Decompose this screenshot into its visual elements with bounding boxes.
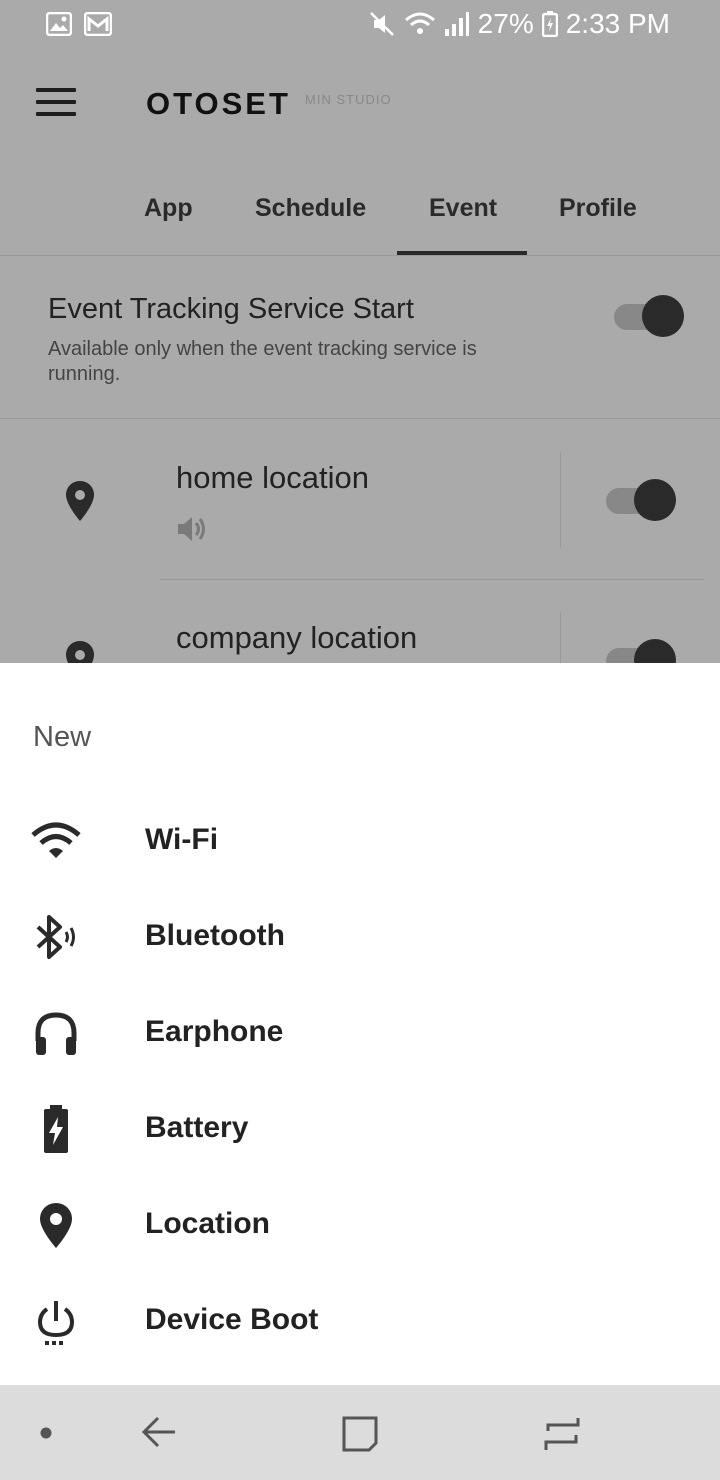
wifi-status-icon [404, 12, 435, 34]
volume-icon [178, 517, 205, 541]
menu-icon[interactable] [36, 88, 76, 118]
sheet-item-label: Device Boot [145, 1303, 319, 1336]
brand-logo: OTOSET [146, 86, 291, 121]
sheet-item-location[interactable]: Location [0, 1177, 720, 1273]
sheet-item-wifi[interactable]: Wi-Fi [0, 793, 720, 889]
sheet-item-label: Earphone [145, 1015, 284, 1048]
sheet-item-device-boot[interactable]: Device Boot [0, 1273, 720, 1369]
event-name: company location [176, 620, 418, 655]
status-bar: 27% 2:33 PM [0, 0, 720, 48]
sheet-item-label: Wi-Fi [145, 823, 219, 856]
brand-subtitle: MIN STUDIO [305, 92, 392, 107]
app-header: OTOSET MIN STUDIO [0, 48, 720, 158]
system-nav-bar [0, 1385, 720, 1480]
service-start-section: Event Tracking Service Start Available o… [0, 257, 720, 419]
notification-icons [46, 12, 112, 36]
clock: 2:33 PM [565, 8, 670, 39]
headphones-icon [35, 1012, 77, 1055]
sheet-item-label: Location [145, 1207, 270, 1240]
service-toggle[interactable] [614, 295, 684, 339]
tab-profile[interactable]: Profile [559, 194, 637, 223]
service-title: Event Tracking Service Start [48, 293, 414, 325]
sheet-item-bluetooth[interactable]: Bluetooth [0, 889, 720, 985]
sheet-item-battery[interactable]: Battery [0, 1081, 720, 1177]
sheet-item-label: Battery [145, 1111, 249, 1144]
battery-status-icon [541, 11, 558, 37]
recent-apps-icon[interactable] [542, 1415, 582, 1453]
event-toggle[interactable] [606, 479, 676, 523]
bluetooth-icon [36, 915, 75, 959]
tab-bar: App Schedule Event Profile [0, 160, 720, 256]
tab-event[interactable]: Event [429, 194, 497, 223]
signal-icon [444, 12, 469, 36]
location-pin-icon [66, 481, 94, 521]
nav-dot-icon[interactable] [40, 1427, 52, 1439]
mute-vibrate-icon [369, 12, 394, 36]
system-status: 27% 2:33 PM [368, 8, 670, 40]
sheet-title: New [33, 721, 92, 753]
home-icon[interactable] [341, 1415, 379, 1453]
gallery-notification-icon [46, 12, 72, 36]
power-icon [37, 1301, 75, 1345]
gmail-notification-icon [84, 12, 112, 36]
event-row[interactable]: home location [0, 420, 720, 580]
tab-app[interactable]: App [144, 194, 193, 223]
new-event-sheet: New Wi-Fi Bluetooth Earphone Battery Loc… [0, 663, 720, 1385]
sheet-item-label: Bluetooth [145, 919, 285, 952]
active-tab-indicator [397, 251, 527, 255]
sheet-item-earphone[interactable]: Earphone [0, 985, 720, 1081]
wifi-icon [31, 822, 81, 858]
battery-percent: 27% [477, 8, 534, 39]
battery-charging-icon [44, 1105, 68, 1153]
back-icon[interactable] [140, 1413, 178, 1451]
row-divider [560, 452, 561, 548]
location-pin-icon [40, 1203, 72, 1248]
tab-schedule[interactable]: Schedule [255, 194, 366, 223]
event-name: home location [176, 460, 370, 495]
service-description: Available only when the event tracking s… [48, 338, 477, 385]
